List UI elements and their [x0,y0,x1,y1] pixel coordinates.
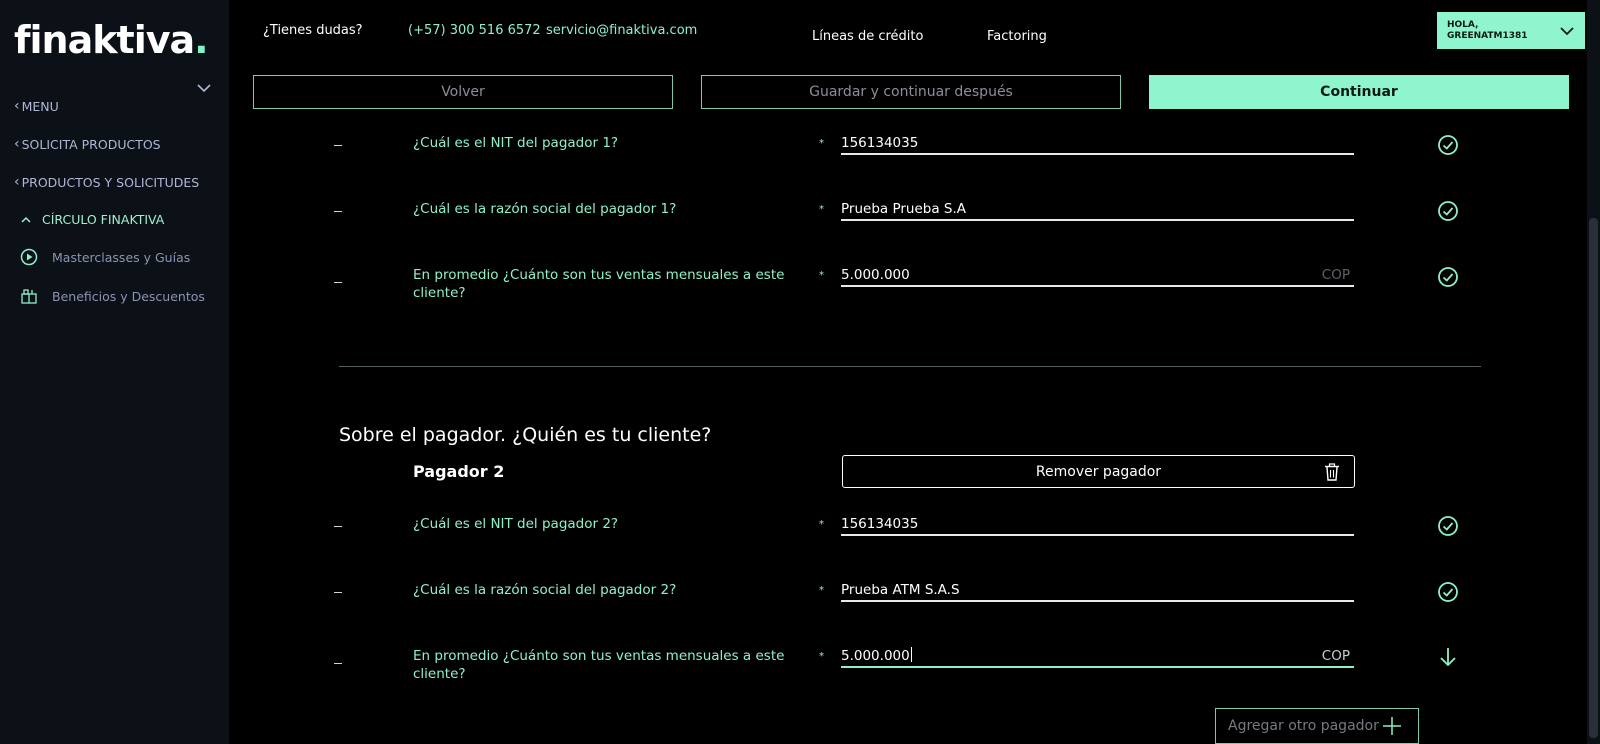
continue-button[interactable]: Continuar [1149,75,1569,109]
check-circle-icon [1438,516,1458,536]
arrow-down-icon [1440,648,1456,667]
sidebar-subitem-beneficios[interactable]: Beneficios y Descuentos [20,287,205,305]
plus-icon [1382,717,1401,735]
chevron-down-icon[interactable] [196,82,212,94]
check-circle-icon [1438,267,1458,287]
question-ventas-payer-2: En promedio ¿Cuánto son tus ventas mensu… [413,648,785,682]
row-dash [334,526,342,527]
razon-social-payer-2-input[interactable]: Prueba ATM S.A.S [841,578,1354,602]
row-dash [334,663,342,664]
required-mark: * [819,651,824,662]
question-nit-payer-2: ¿Cuál es el NIT del pagador 2? [413,516,619,532]
nit-payer-1-input[interactable]: 156134035 [841,131,1354,155]
chevron-left-icon: ‹ [14,136,20,152]
section-title: Sobre el pagador. ¿Quién es tu cliente? [339,424,712,446]
save-later-button[interactable]: Guardar y continuar después [701,75,1121,109]
nit-payer-2-input[interactable]: 156134035 [841,512,1354,536]
question-razon-social-payer-1: ¿Cuál es la razón social del pagador 1? [413,201,677,217]
help-text: ¿Tienes dudas? [263,23,363,38]
sidebar-subitem-masterclasses[interactable]: Masterclasses y Guías [20,248,190,266]
chevron-left-icon: ‹ [14,174,20,190]
sidebar-item-solicita-productos[interactable]: ‹ SOLICITA PRODUCTOS [14,136,161,152]
chevron-up-icon [21,216,31,223]
check-circle-icon [1438,201,1458,221]
remove-payer-button[interactable]: Remover pagador [842,455,1355,488]
nav-factoring[interactable]: Factoring [987,29,1047,44]
question-razon-social-payer-2: ¿Cuál es la razón social del pagador 2? [413,582,677,598]
question-nit-payer-1: ¿Cuál es el NIT del pagador 1? [413,135,619,151]
question-ventas-payer-1: En promedio ¿Cuánto son tus ventas mensu… [413,267,785,301]
currency-unit: COP [1321,648,1350,664]
email-link[interactable]: servicio@finaktiva.com [546,23,697,38]
sidebar-item-menu[interactable]: ‹ MENU [14,98,59,114]
check-circle-icon [1438,135,1458,155]
ventas-payer-1-input[interactable]: 5.000.000 COP [841,263,1354,287]
razon-social-payer-1-input[interactable]: Prueba Prueba S.A [841,197,1354,221]
nav-lineas-credito[interactable]: Líneas de crédito [812,29,923,44]
gift-store-icon [21,289,37,304]
trash-icon [1325,463,1339,481]
required-mark: * [819,519,824,530]
required-mark: * [819,270,824,281]
back-button[interactable]: Volver [253,75,673,109]
add-payer-button[interactable]: Agregar otro pagador [1215,708,1419,744]
chevron-down-icon [1560,26,1574,35]
finaktiva-logo[interactable]: finaktiva. [14,18,209,62]
user-name: GREENATM1381 [1447,30,1528,41]
row-dash [334,211,342,212]
row-dash [334,592,342,593]
sidebar: finaktiva. ‹ MENU ‹ SOLICITA PRODUCTOS ‹… [0,0,229,744]
user-greeting: HOLA, [1447,19,1479,30]
payer-2-title: Pagador 2 [413,462,505,481]
row-dash [334,145,342,146]
scrollbar-thumb[interactable] [1589,218,1598,738]
currency-unit: COP [1321,267,1350,283]
user-menu-button[interactable]: HOLA, GREENATM1381 [1437,12,1585,49]
ventas-payer-2-input[interactable]: 5.000.000 COP [841,644,1354,668]
sidebar-item-circulo-finaktiva[interactable]: CÍRCULO FINAKTIVA [20,212,164,227]
row-dash [334,282,342,283]
sidebar-item-productos-solicitudes[interactable]: ‹ PRODUCTOS Y SOLICITUDES [14,174,199,190]
play-circle-icon [20,248,38,266]
required-mark: * [819,204,824,215]
required-mark: * [819,138,824,149]
phone-link[interactable]: (+57) 300 516 6572 [408,23,541,38]
required-mark: * [819,585,824,596]
check-circle-icon [1438,582,1458,602]
text-cursor [910,647,912,662]
chevron-left-icon: ‹ [14,98,20,114]
section-divider [339,366,1481,367]
